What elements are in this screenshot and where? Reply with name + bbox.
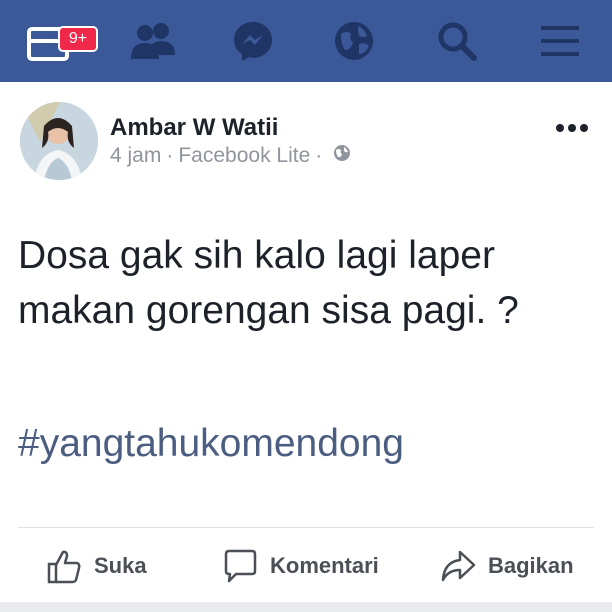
menu-icon (541, 26, 579, 56)
comment-icon (224, 549, 257, 583)
post-time[interactable]: 4 jam (110, 144, 161, 168)
comment-label: Komentari (270, 553, 379, 578)
messenger-icon (234, 22, 272, 61)
globe-icon (335, 22, 373, 60)
privacy-globe-icon (333, 144, 351, 168)
friends-button[interactable] (126, 14, 180, 68)
more-options-icon (556, 124, 588, 132)
like-button[interactable]: Suka (46, 546, 147, 586)
meta-separator: · (166, 144, 174, 167)
notification-badge: 9+ (58, 26, 98, 52)
search-button[interactable] (430, 14, 484, 68)
friends-icon (131, 23, 175, 59)
feed-separator (0, 602, 612, 612)
messenger-button[interactable] (226, 14, 280, 68)
share-button[interactable]: Bagikan (440, 546, 574, 586)
avatar[interactable] (20, 102, 98, 180)
post-hashtag[interactable]: #yangtahukomendong (18, 416, 404, 471)
thumbs-up-icon (47, 550, 81, 584)
like-label: Suka (94, 553, 147, 578)
search-icon (438, 22, 477, 61)
post-meta: 4 jam · Facebook Lite · (110, 144, 351, 168)
menu-button[interactable] (533, 14, 587, 68)
share-label: Bagikan (488, 553, 574, 578)
post-source: Facebook Lite (178, 144, 311, 167)
author-name[interactable]: Ambar W Watii (110, 114, 278, 142)
world-button[interactable] (327, 14, 381, 68)
post-body-text: Dosa gak sih kalo lagi laper makan goren… (18, 234, 519, 332)
post-options-button[interactable] (552, 116, 592, 140)
share-arrow-icon (441, 550, 476, 582)
actions-divider (18, 527, 594, 528)
top-navigation-bar: 9+ (0, 0, 612, 82)
notifications-button[interactable]: 9+ (22, 14, 98, 68)
meta-separator: · (315, 144, 323, 167)
post-card: Ambar W Watii 4 jam · Facebook Lite · Do… (0, 82, 612, 612)
comment-button[interactable]: Komentari (222, 546, 379, 586)
